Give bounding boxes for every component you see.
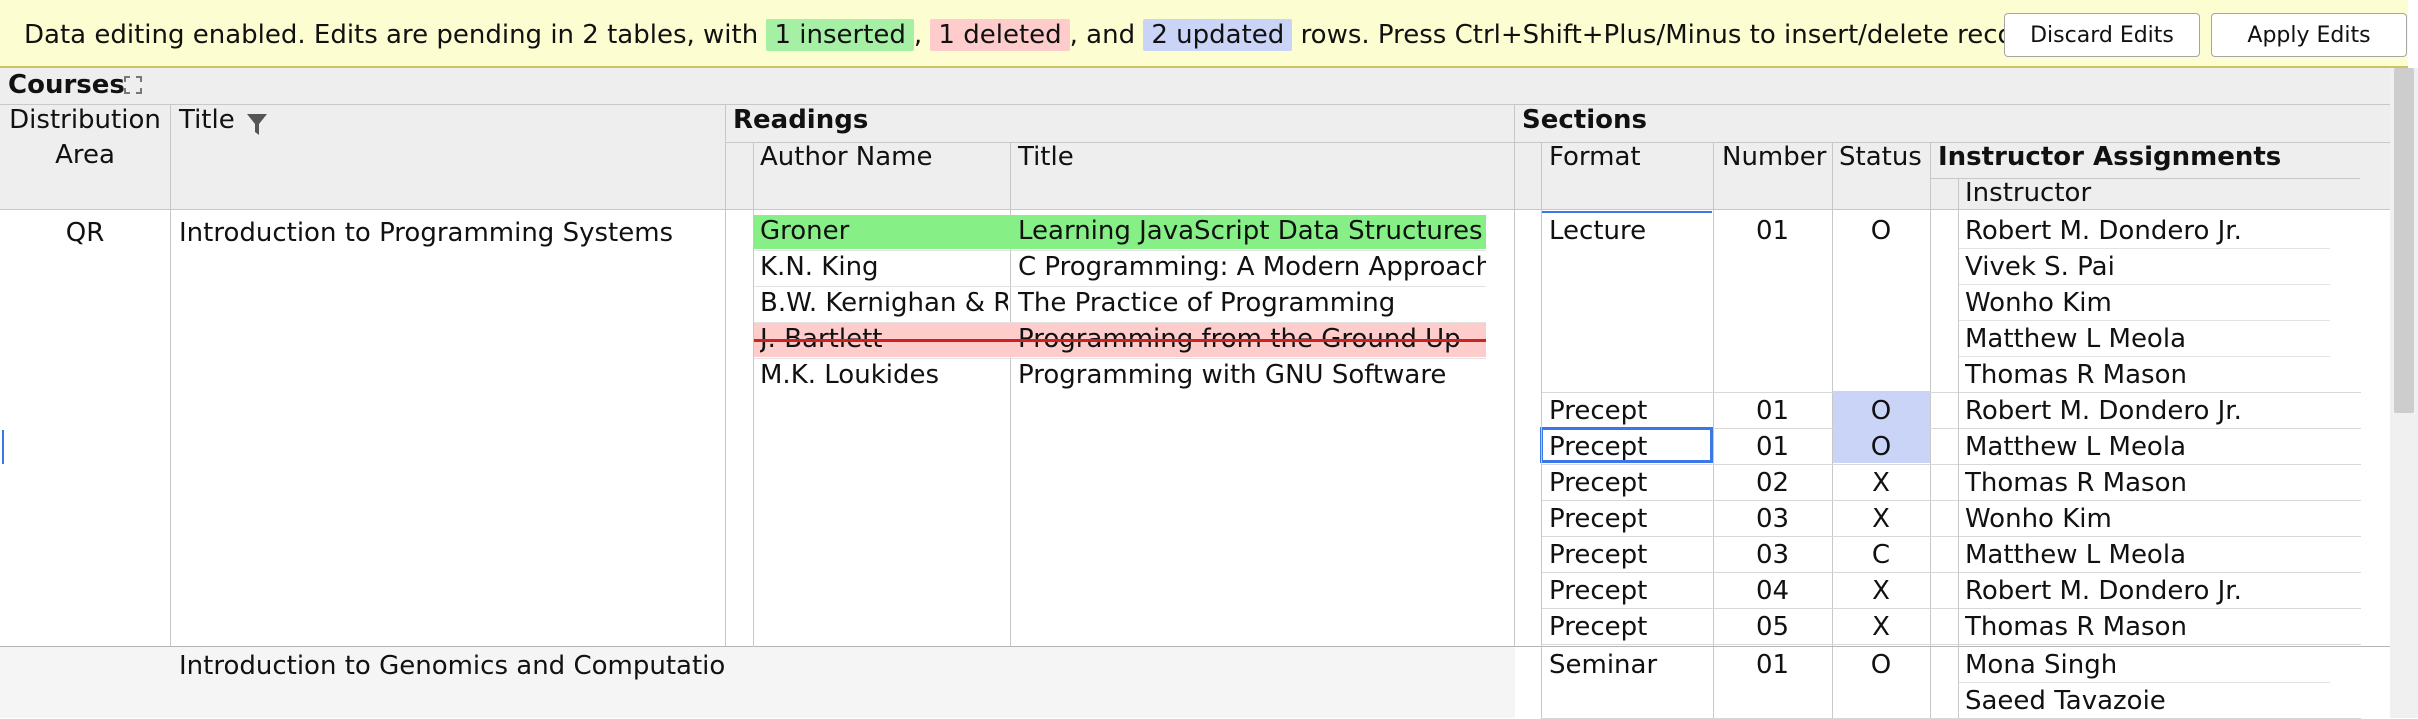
section-number[interactable]: 01	[1713, 429, 1832, 465]
readings-left-border	[753, 210, 754, 647]
course2-bg	[725, 647, 1515, 718]
instructor-name[interactable]: Robert M. Dondero Jr.	[1965, 393, 2365, 429]
col-divider	[1541, 142, 1542, 210]
instructor-name[interactable]: Wonho Kim	[1965, 285, 2365, 321]
section-number[interactable]: 01	[1713, 647, 1832, 683]
instructor-name[interactable]: Thomas R Mason	[1965, 609, 2365, 645]
col-divider	[1930, 142, 1931, 718]
instructor-name[interactable]: Saeed Tavazoie	[1965, 683, 2365, 719]
section-status[interactable]: O	[1832, 393, 1930, 429]
reading-title[interactable]: C Programming: A Modern Approach	[1018, 249, 1486, 285]
instructor-name[interactable]: Thomas R Mason	[1965, 465, 2365, 501]
section-format[interactable]: Precept	[1549, 393, 1709, 429]
instructor-name[interactable]: Robert M. Dondero Jr.	[1965, 213, 2365, 249]
section-number[interactable]: 01	[1713, 213, 1832, 249]
section-status[interactable]: O	[1832, 647, 1930, 683]
header-number[interactable]: Number	[1722, 142, 1826, 172]
section-status[interactable]: O	[1832, 429, 1930, 465]
section-status[interactable]: O	[1832, 213, 1930, 249]
reading-author[interactable]: Groner	[760, 213, 1008, 249]
header-sections: Sections	[1522, 105, 1647, 135]
pending-edits-banner: Data editing enabled. Edits are pending …	[0, 0, 2408, 68]
col-divider	[1514, 105, 1515, 718]
select-all-icon[interactable]	[124, 76, 142, 94]
course1-title[interactable]: Introduction to Programming Systems	[179, 215, 719, 251]
reading-author[interactable]: M.K. Loukides	[760, 357, 1008, 393]
course2-title[interactable]: Introduction to Genomics and Computation…	[179, 648, 725, 684]
reading-author[interactable]: B.W. Kernighan & R. Pike	[760, 285, 1008, 321]
filter-icon[interactable]	[246, 113, 268, 137]
sections-left-border	[1541, 210, 1542, 718]
inserted-count-badge: 1 inserted	[766, 19, 914, 51]
apply-edits-button[interactable]: Apply Edits	[2211, 13, 2407, 57]
section-format[interactable]: Seminar	[1549, 647, 1709, 683]
section-number[interactable]: 03	[1713, 537, 1832, 573]
banner-text-post: rows. Press Ctrl+Shift+Plus/Minus to ins…	[1300, 20, 2062, 50]
current-row-indicator	[2, 430, 4, 464]
banner-sep-1: ,	[913, 20, 923, 50]
courses-header-band	[0, 68, 2390, 105]
selected-cell-outline	[1540, 427, 1713, 463]
header-divider-subgroups	[726, 142, 2390, 143]
scrollbar-thumb[interactable]	[2394, 68, 2414, 413]
section-status[interactable]: X	[1832, 573, 1930, 609]
updated-count-badge: 2 updated	[1143, 19, 1293, 51]
instructors-left-border	[1958, 178, 1959, 718]
instructor-name[interactable]: Mona Singh	[1965, 647, 2365, 683]
header-divider-instructor	[1930, 178, 2360, 179]
banner-message: Data editing enabled. Edits are pending …	[24, 18, 2062, 52]
section-format[interactable]: Precept	[1549, 537, 1709, 573]
header-title[interactable]: Title	[179, 105, 235, 135]
discard-edits-button[interactable]: Discard Edits	[2004, 13, 2200, 57]
reading-title[interactable]: Learning JavaScript Data Structures and …	[1018, 213, 1486, 249]
section-number[interactable]: 02	[1713, 465, 1832, 501]
header-distribution-area-line1[interactable]: Distribution	[0, 105, 170, 135]
reading-author[interactable]: K.N. King	[760, 249, 1008, 285]
col-divider	[725, 105, 726, 718]
col-divider	[170, 105, 171, 718]
reading-title[interactable]: The Practice of Programming	[1018, 285, 1486, 321]
header-author-name[interactable]: Author Name	[760, 142, 933, 172]
vertical-scrollbar[interactable]	[2390, 68, 2418, 718]
section-number[interactable]: 05	[1713, 609, 1832, 645]
section-status[interactable]: C	[1832, 537, 1930, 573]
instructor-name[interactable]: Wonho Kim	[1965, 501, 2365, 537]
header-reading-title[interactable]: Title	[1018, 142, 1074, 172]
section-status[interactable]: X	[1832, 465, 1930, 501]
header-instructor-assignments: Instructor Assignments	[1938, 142, 2282, 172]
deleted-strikethrough	[753, 339, 1486, 342]
header-readings: Readings	[733, 105, 869, 135]
col-divider	[753, 142, 754, 210]
section-format[interactable]: Lecture	[1549, 213, 1709, 249]
instructor-name[interactable]: Matthew L Meola	[1965, 537, 2365, 573]
banner-sep-2: , and	[1069, 20, 1136, 50]
instructor-name[interactable]: Matthew L Meola	[1965, 321, 2365, 357]
banner-text-pre: Data editing enabled. Edits are pending …	[24, 20, 759, 50]
course2-bg	[0, 647, 170, 718]
header-distribution-area-line2[interactable]: Area	[0, 140, 170, 170]
section-number[interactable]: 03	[1713, 501, 1832, 537]
section-format[interactable]: Precept	[1549, 501, 1709, 537]
header-format[interactable]: Format	[1549, 142, 1641, 172]
header-instructor[interactable]: Instructor	[1965, 178, 2091, 208]
header-status[interactable]: Status	[1839, 142, 1922, 172]
instructor-name[interactable]: Thomas R Mason	[1965, 357, 2365, 393]
instructor-name[interactable]: Matthew L Meola	[1965, 429, 2365, 465]
section-number[interactable]: 01	[1713, 393, 1832, 429]
section-format[interactable]: Precept	[1549, 609, 1709, 645]
section-status[interactable]: X	[1832, 501, 1930, 537]
reading-title[interactable]: Programming with GNU Software	[1018, 357, 1486, 393]
section-number[interactable]: 04	[1713, 573, 1832, 609]
data-grid: Courses Distribution Area Title Readings…	[0, 68, 2390, 719]
courses-table-label: Courses	[8, 70, 125, 100]
section-status[interactable]: X	[1832, 609, 1930, 645]
course1-distribution-area[interactable]: QR	[0, 215, 170, 251]
section-format[interactable]: Precept	[1549, 573, 1709, 609]
section-row-divider	[1541, 644, 2361, 645]
section-format[interactable]: Precept	[1549, 465, 1709, 501]
deleted-count-badge: 1 deleted	[930, 19, 1070, 51]
instructor-name[interactable]: Vivek S. Pai	[1965, 249, 2365, 285]
instructor-name[interactable]: Robert M. Dondero Jr.	[1965, 573, 2365, 609]
